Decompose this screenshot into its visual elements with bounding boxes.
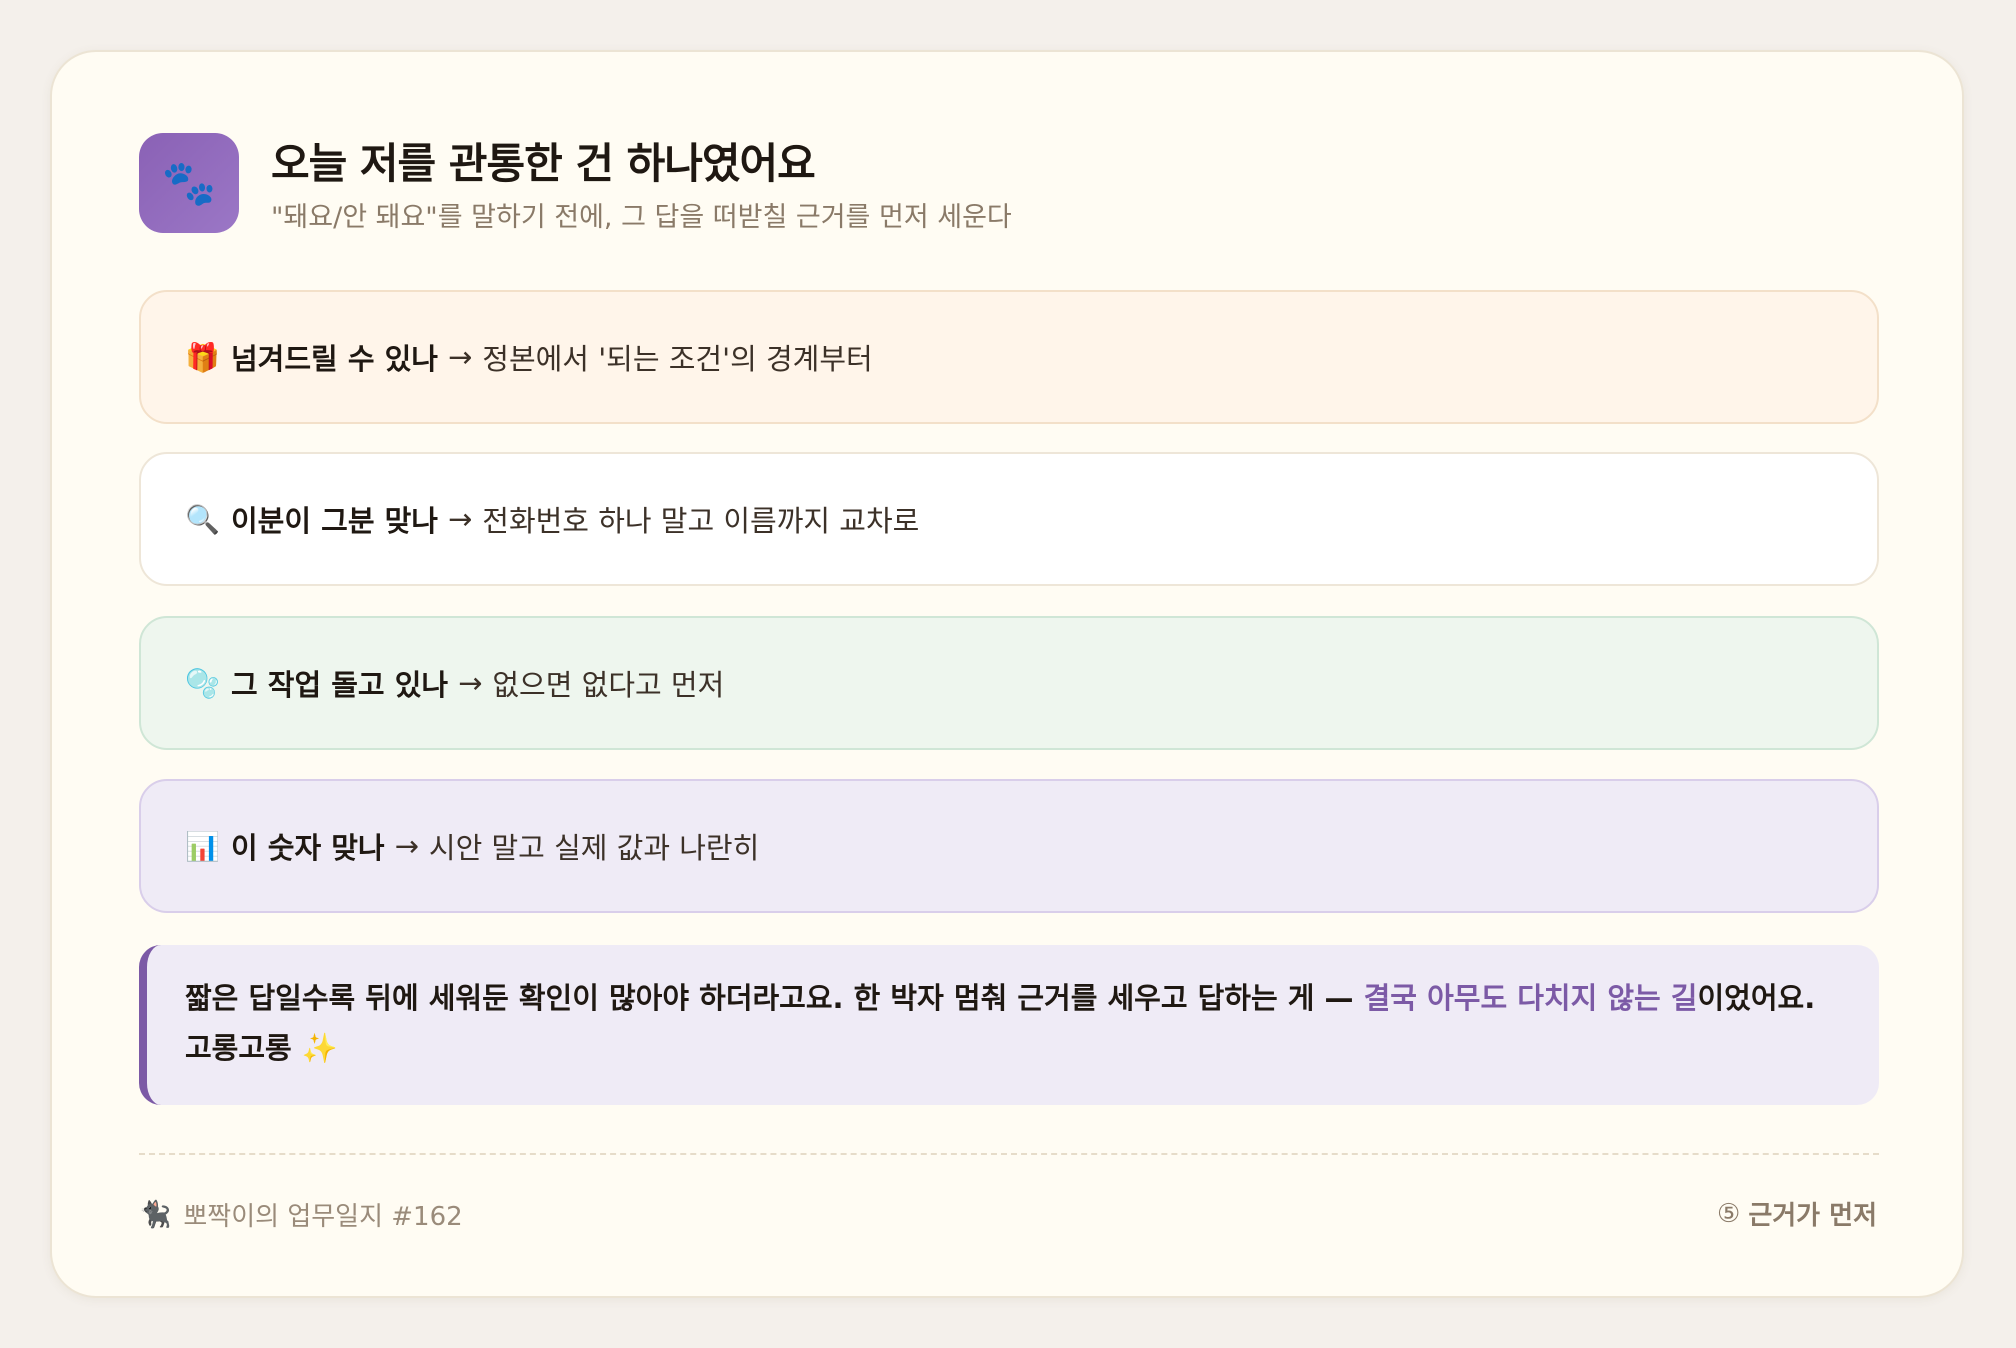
arrow-icon: → bbox=[447, 502, 473, 536]
list-item-title: 넘겨드릴 수 있나 bbox=[231, 342, 438, 376]
black-cat-icon: 🐈‍⬛ bbox=[139, 1199, 172, 1230]
list-item-title: 이 숫자 맞나 bbox=[231, 831, 385, 865]
footer-journal-label: 🐈‍⬛ 뽀짝이의 업무일지 #162 bbox=[139, 1196, 463, 1233]
footer-tag-text: 근거가 먼저 bbox=[1748, 1201, 1877, 1231]
circled-five-icon: ⑤ bbox=[1717, 1198, 1741, 1229]
gift-icon: 🎁 bbox=[185, 340, 220, 374]
list-item-identity: 🔍 이분이 그분 맞나 → 전화번호 하나 말고 이름까지 교차로 bbox=[139, 452, 1879, 586]
footer-tag: ⑤ 근거가 먼저 bbox=[1717, 1195, 1877, 1232]
bubbles-icon: 🫧 bbox=[185, 666, 220, 700]
arrow-icon: → bbox=[447, 340, 473, 374]
bar-chart-icon: 📊 bbox=[185, 829, 220, 863]
paw-icon: 🐾 bbox=[139, 133, 239, 233]
list-item-desc: 정본에서 '되는 조건'의 경계부터 bbox=[482, 342, 873, 376]
summary-note: 짧은 답일수록 뒤에 세워둔 확인이 많아야 하더라고요. 한 박자 멈춰 근거… bbox=[139, 945, 1879, 1105]
page-subtitle: "돼요/안 돼요"를 말하기 전에, 그 답을 떠받칠 근거를 먼저 세운다 bbox=[271, 202, 1012, 233]
sparkle-icon: ✨ bbox=[301, 1031, 338, 1065]
list-item-desc: 시안 말고 실제 값과 나란히 bbox=[428, 831, 760, 865]
magnifier-icon: 🔍 bbox=[185, 502, 220, 536]
list-item-desc: 없으면 없다고 먼저 bbox=[492, 668, 725, 702]
page-title: 오늘 저를 관통한 건 하나였어요 bbox=[271, 139, 816, 188]
header-text: 오늘 저를 관통한 건 하나였어요 "돼요/안 돼요"를 말하기 전에, 그 답… bbox=[271, 133, 1012, 235]
list-item-handover: 🎁 넘겨드릴 수 있나 → 정본에서 '되는 조건'의 경계부터 bbox=[139, 290, 1879, 424]
list-item-title: 이분이 그분 맞나 bbox=[231, 504, 438, 538]
note-highlight: 결국 아무도 다치지 않는 길 bbox=[1363, 981, 1698, 1015]
list-item-desc: 전화번호 하나 말고 이름까지 교차로 bbox=[482, 504, 920, 538]
journal-label-text: 뽀짝이의 업무일지 #162 bbox=[183, 1202, 463, 1232]
arrow-icon: → bbox=[394, 829, 419, 863]
journal-card: 🐾 오늘 저를 관통한 건 하나였어요 "돼요/안 돼요"를 말하기 전에, 그… bbox=[50, 50, 1964, 1298]
list-item-title: 그 작업 돌고 있나 bbox=[231, 668, 449, 702]
arrow-icon: → bbox=[458, 666, 483, 700]
divider bbox=[139, 1153, 1879, 1155]
list-item-number-check: 📊 이 숫자 맞나 → 시안 말고 실제 값과 나란히 bbox=[139, 779, 1879, 913]
list-item-job-running: 🫧 그 작업 돌고 있나 → 없으면 없다고 먼저 bbox=[139, 616, 1879, 750]
note-text-before: 짧은 답일수록 뒤에 세워둔 확인이 많아야 하더라고요. 한 박자 멈춰 근거… bbox=[185, 981, 1364, 1015]
header: 🐾 오늘 저를 관통한 건 하나였어요 "돼요/안 돼요"를 말하기 전에, 그… bbox=[139, 133, 1012, 235]
